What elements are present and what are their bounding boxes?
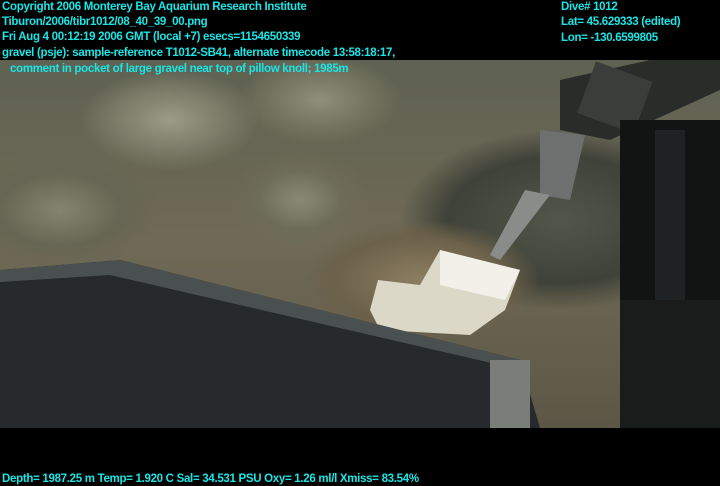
latitude: Lat= 45.629333 (edited) <box>561 16 681 28</box>
file-path-text: Tiburon/2006/tibr1012/08_40_39_00.png <box>2 16 208 28</box>
seafloor-image <box>0 60 720 428</box>
video-frame: Copyright 2006 Monterey Bay Aquarium Res… <box>0 0 720 486</box>
rov-frame-cylinder <box>620 120 720 428</box>
datetime-text: Fri Aug 4 00:12:19 2006 GMT (local +7) e… <box>2 31 301 43</box>
seafloor-scene <box>0 60 720 428</box>
copyright-text: Copyright 2006 Monterey Bay Aquarium Res… <box>2 1 307 13</box>
sensor-readout: Depth= 1987.25 m Temp= 1.920 C Sal= 34.5… <box>2 473 419 485</box>
comment-text: comment in pocket of large gravel near t… <box>10 63 349 75</box>
dive-number: Dive# 1012 <box>561 1 618 13</box>
sample-bag <box>370 250 520 335</box>
annotation-text: gravel (psje): sample-reference T1012-SB… <box>2 47 395 59</box>
longitude: Lon= -130.6599805 <box>561 32 658 44</box>
